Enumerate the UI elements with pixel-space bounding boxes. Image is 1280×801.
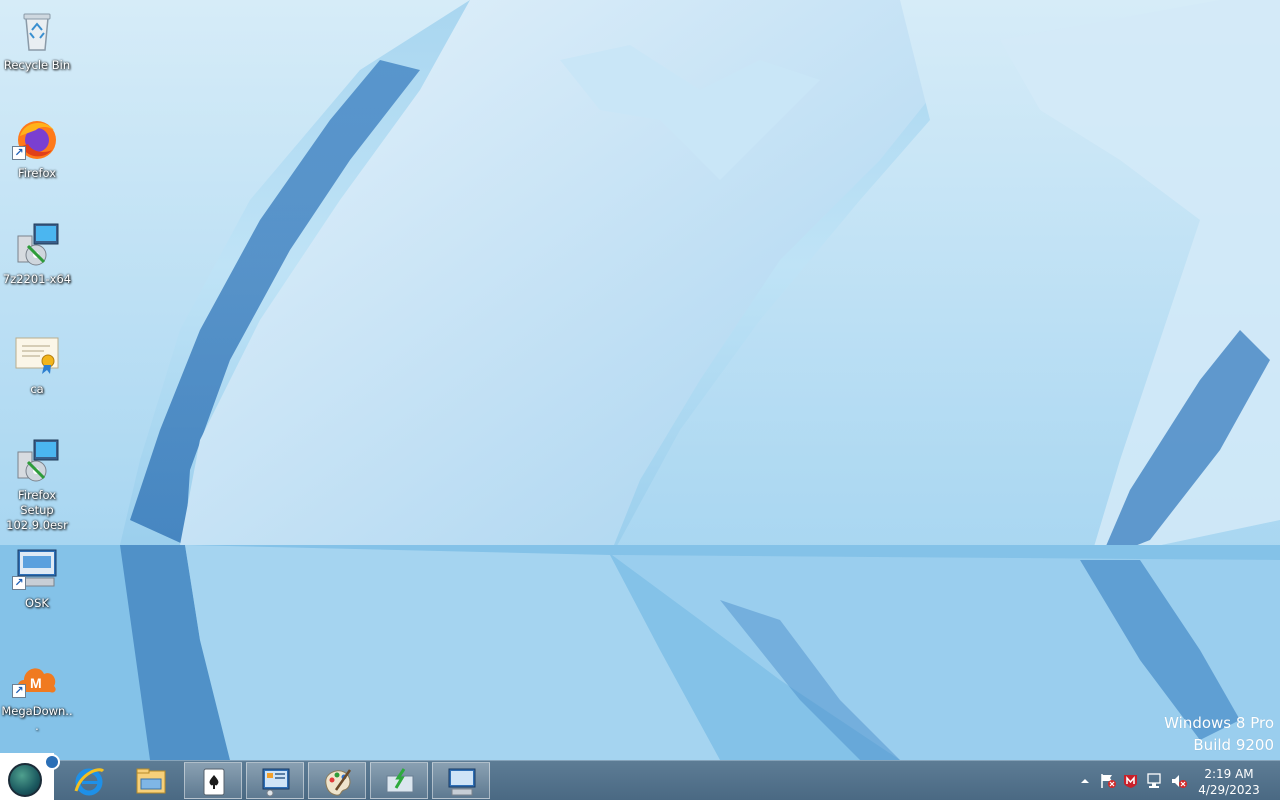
desktop-icon-label: Firefox [17,166,57,180]
desktop-icon-label: OSK [25,596,49,610]
taskbar-button-network-download[interactable] [370,762,428,799]
shortcut-arrow-icon: ↗ [12,576,26,590]
desktop-icon-firefox[interactable]: ↗ Firefox [0,116,74,206]
start-orb-icon [8,763,42,797]
wallpaper [0,0,1280,760]
desktop-icon-label: Recycle Bin [3,58,71,72]
desktop-icon-osk[interactable]: ↗ OSK [0,546,74,636]
taskbar-button-control-panel[interactable] [246,762,304,799]
clock-time: 2:19 AM [1204,767,1254,781]
desktop[interactable]: Recycle Bin ↗ Firefox 7z2201-x64 ca Fire… [0,0,1280,760]
desktop-icon-label: Firefox Setup 102.9.0esr [6,488,68,532]
network-download-icon [386,768,414,793]
recycle-bin-icon [23,13,51,51]
desktop-icon-label: 7z2201-x64 [2,272,72,286]
taskbar-button-internet-explorer[interactable] [60,762,118,799]
installer-icon [17,223,59,266]
taskbar-button-solitaire[interactable] [184,762,242,799]
shortcut-arrow-icon: ↗ [12,684,26,698]
desktop-icon-label: MegaDown... [1,704,73,733]
desktop-icon-ca[interactable]: ca [0,332,74,422]
svg-text:M: M [30,675,42,691]
installer-icon [17,439,59,482]
volume-muted-icon[interactable] [1170,773,1188,789]
control-panel-icon [262,768,290,797]
edition-text: Windows 8 Pro [1164,714,1274,732]
paint-icon [325,769,352,796]
desktop-icon-firefox-setup[interactable]: Firefox Setup 102.9.0esr [0,438,74,532]
windows-watermark: Windows 8 Pro Build 9200 [1164,712,1274,756]
certificate-icon [15,337,59,374]
file-explorer-icon [136,768,166,794]
remote-desktop-icon [448,768,476,796]
network-icon[interactable] [1146,773,1164,789]
notification-badge-icon [44,754,60,770]
start-button[interactable] [0,753,60,801]
solitaire-icon [203,768,225,796]
taskbar-clock[interactable]: 2:19 AM 4/29/2023 [1196,766,1262,798]
show-hidden-icons-icon[interactable] [1076,773,1094,789]
desktop-icon-7z2201-x64[interactable]: 7z2201-x64 [0,222,74,312]
desktop-icon-recycle-bin[interactable]: Recycle Bin [0,8,74,98]
clock-date: 4/29/2023 [1198,783,1260,797]
shortcut-arrow-icon: ↗ [12,146,26,160]
taskbar-button-file-explorer[interactable] [122,762,180,799]
desktop-icon-megadownloader[interactable]: M ↗ MegaDown... [0,654,74,744]
desktop-icon-label: ca [30,382,44,396]
taskbar: 2:19 AM 4/29/2023 [0,753,1280,801]
antivirus-alert-icon[interactable] [1122,773,1140,789]
taskbar-button-paint[interactable] [308,762,366,799]
action-center-flag-icon[interactable] [1099,773,1117,789]
internet-explorer-icon [74,768,105,796]
taskbar-button-remote-desktop[interactable] [432,762,490,799]
build-text: Build 9200 [1193,736,1274,754]
